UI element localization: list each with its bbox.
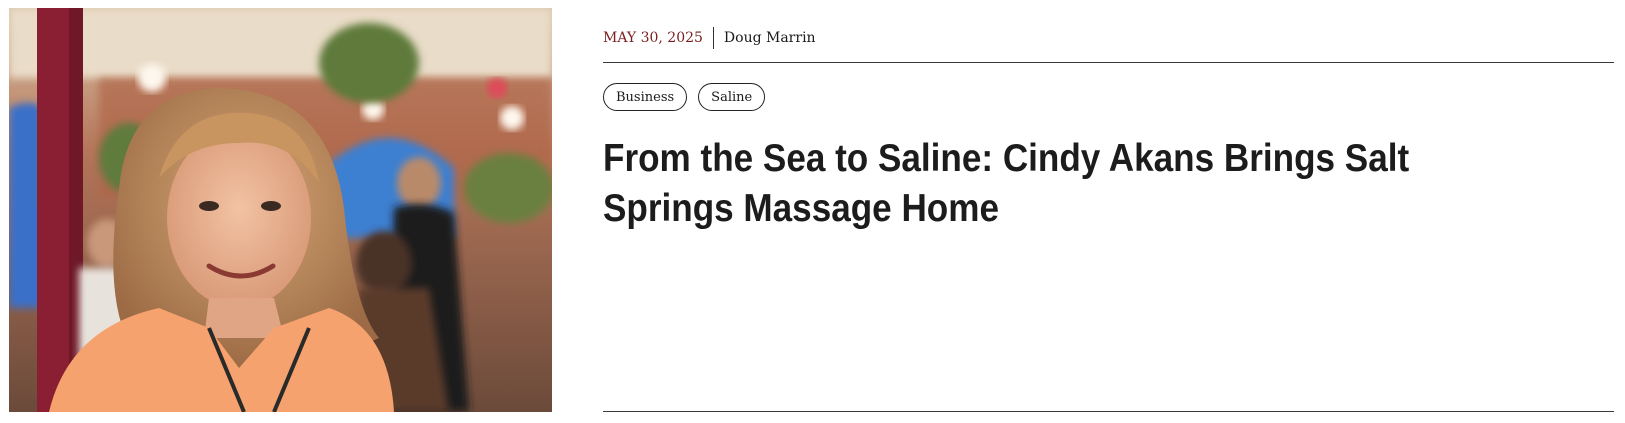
tag-business[interactable]: Business [603, 83, 688, 111]
bottom-divider [603, 411, 1614, 412]
meta-divider [712, 27, 714, 49]
top-divider [603, 62, 1614, 63]
article-title[interactable]: From the Sea to Saline: Cindy Akans Brin… [603, 134, 1494, 234]
publish-date: MAY 30, 2025 [603, 30, 703, 46]
author-link[interactable]: Doug Marrin [724, 30, 816, 46]
article-photo[interactable] [9, 8, 552, 412]
article-summary: MAY 30, 2025 Doug Marrin Business Saline… [603, 0, 1614, 423]
tag-saline[interactable]: Saline [698, 83, 766, 111]
tag-list: Business Saline [603, 83, 766, 111]
portrait-photo-illustration [9, 8, 552, 412]
article-meta: MAY 30, 2025 Doug Marrin [603, 27, 816, 49]
